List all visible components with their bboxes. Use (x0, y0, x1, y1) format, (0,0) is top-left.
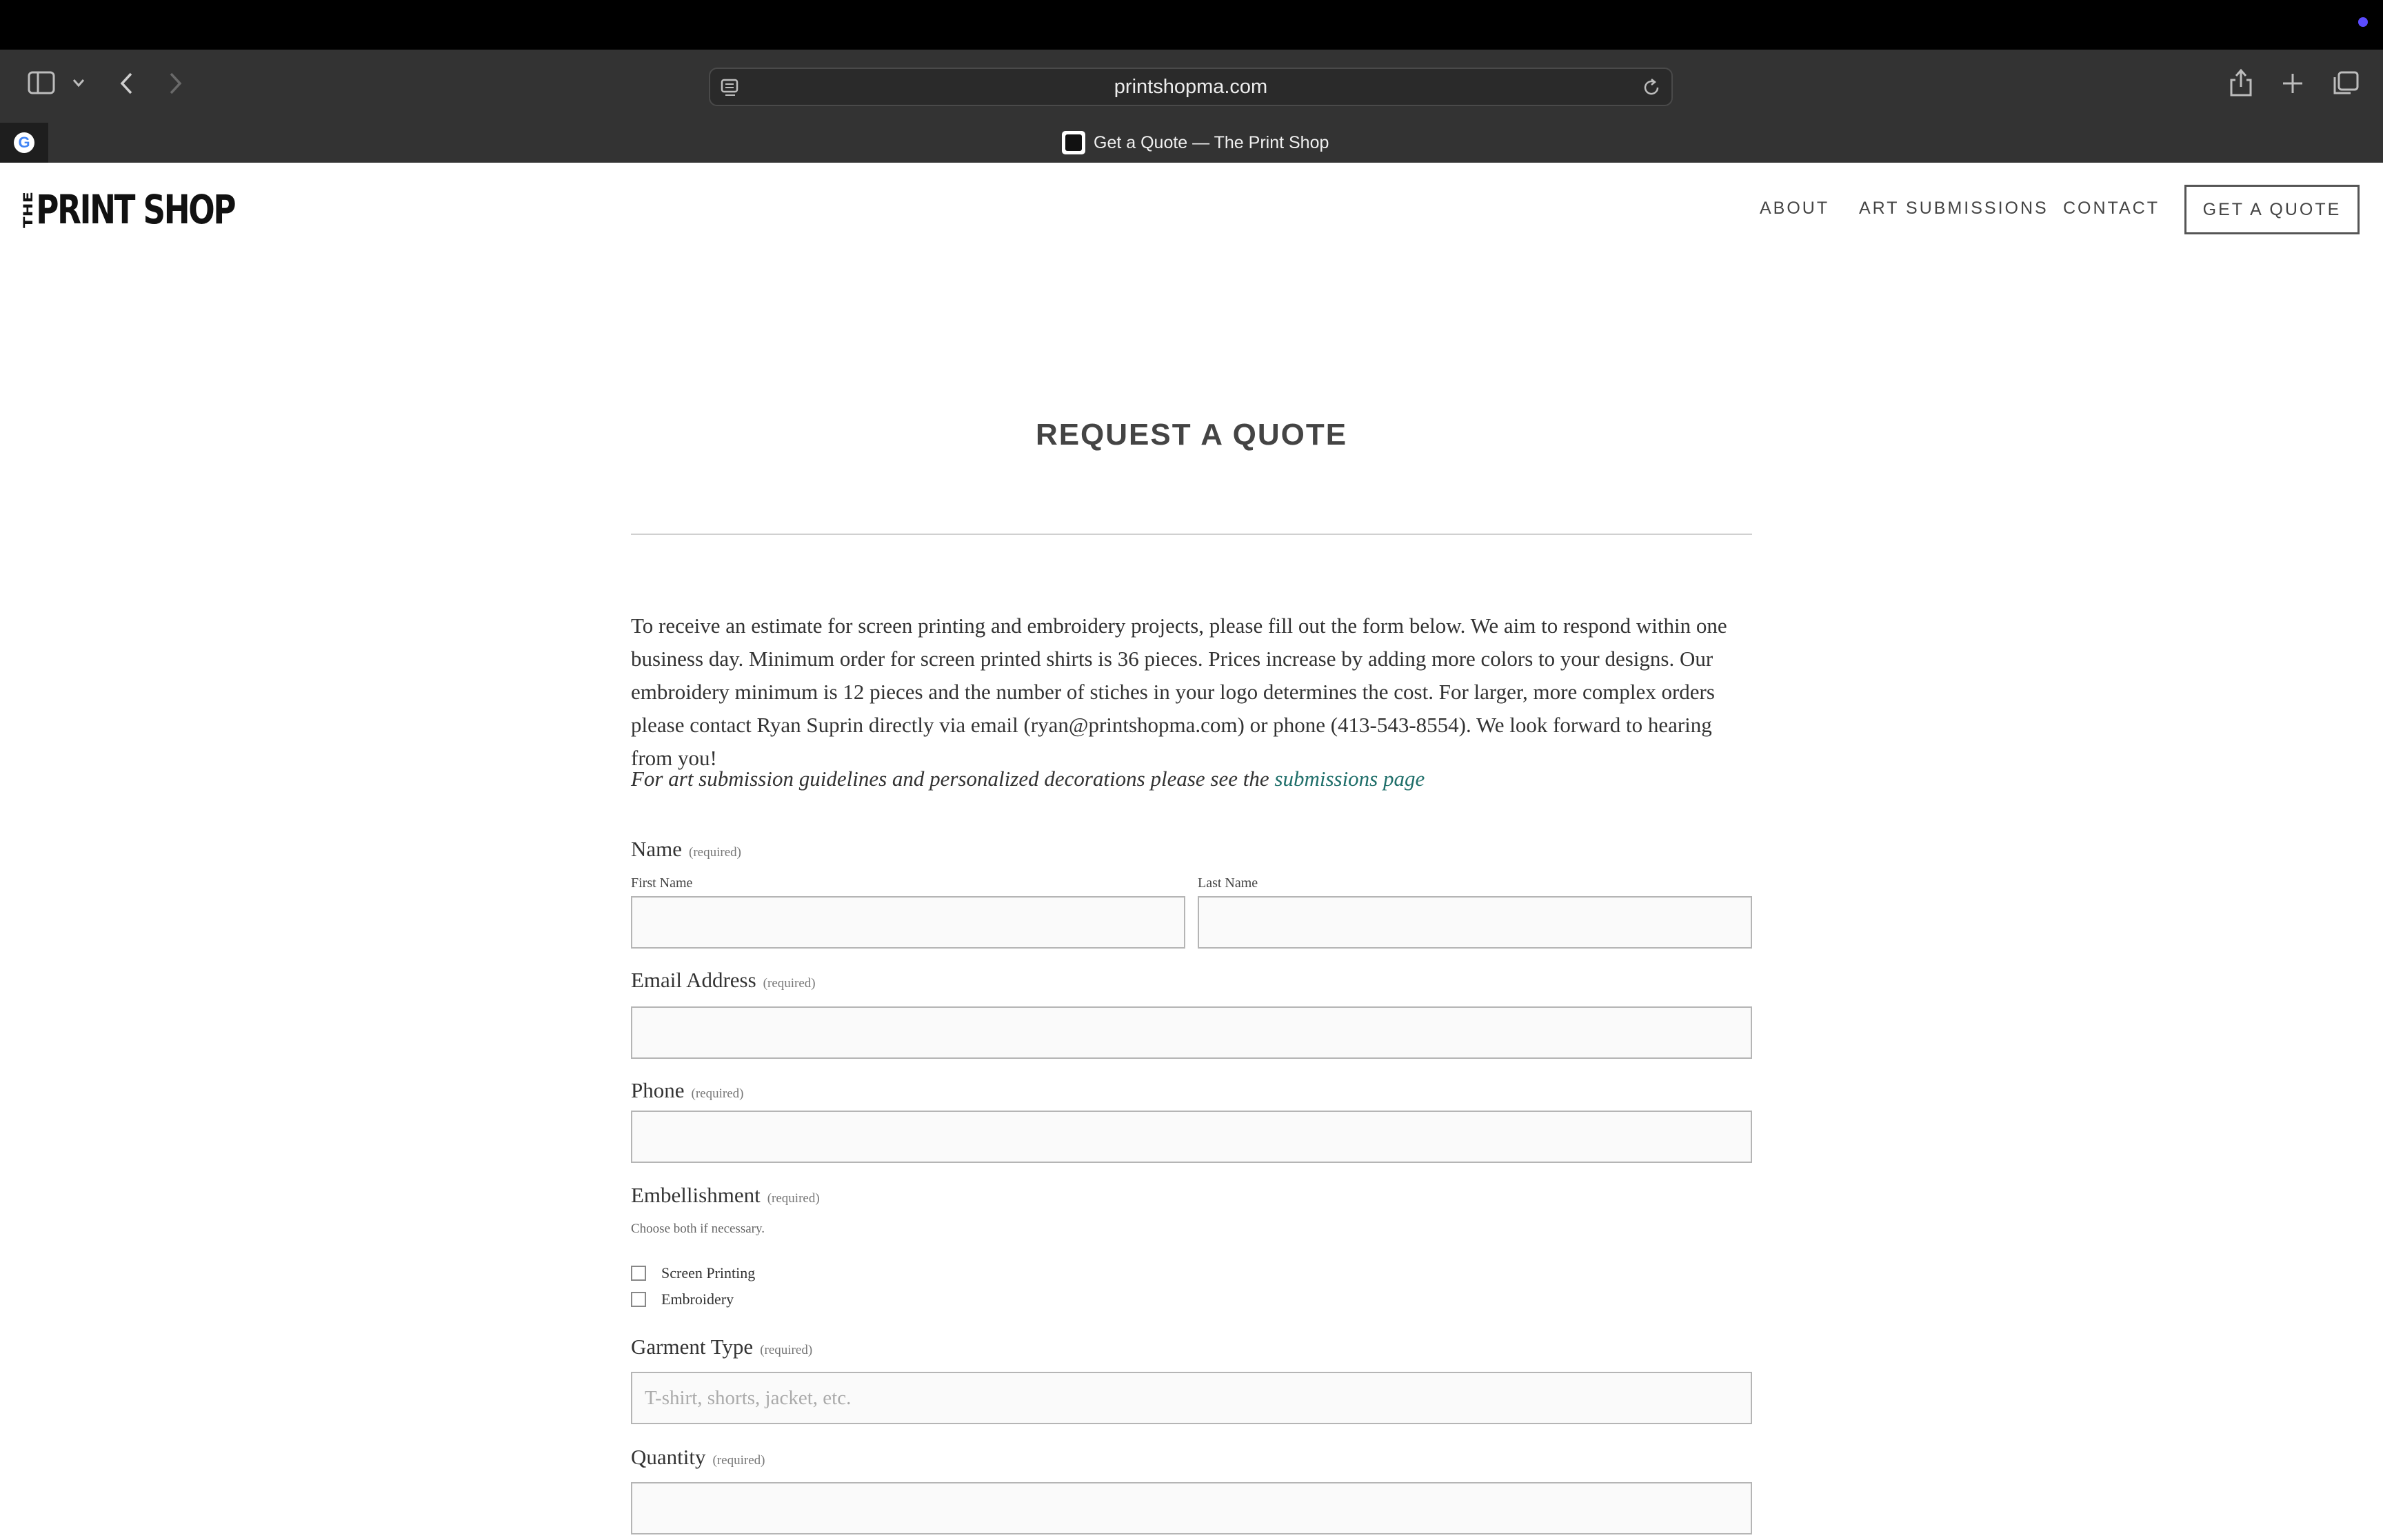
garment-type-input[interactable]: T-shirt, shorts, jacket, etc. (631, 1372, 1752, 1424)
page-title: REQUEST A QUOTE (1035, 418, 1348, 452)
forward-icon[interactable] (167, 72, 183, 98)
required-tag: (required) (691, 1086, 744, 1101)
screen-printing-checkbox[interactable] (631, 1266, 646, 1281)
nav-about[interactable]: ABOUT (1760, 199, 1829, 219)
required-tag: (required) (689, 845, 741, 860)
name-label: Name (required) (631, 837, 741, 861)
required-tag: (required) (760, 1343, 813, 1357)
new-tab-icon[interactable] (2281, 72, 2304, 98)
menu-bar (0, 0, 2383, 50)
divider (631, 534, 1752, 535)
embellishment-hint: Choose both if necessary. (631, 1222, 765, 1236)
back-icon[interactable] (119, 72, 135, 98)
email-input[interactable] (631, 1006, 1752, 1059)
email-label: Email Address (required) (631, 968, 816, 992)
garment-type-label: Garment Type (required) (631, 1335, 813, 1359)
art-note-text: For art submission guidelines and person… (631, 767, 1275, 791)
get-a-quote-button[interactable]: GET A QUOTE (2184, 185, 2360, 234)
intro-paragraph: To receive an estimate for screen printi… (631, 614, 1727, 770)
sidebar-icon[interactable] (28, 70, 55, 98)
embellishment-label: Embellishment (required) (631, 1183, 820, 1207)
status-indicator (2358, 17, 2368, 27)
option-screen-printing[interactable]: Screen Printing (631, 1264, 755, 1282)
art-note: For art submission guidelines and person… (631, 767, 1755, 791)
tabs-overview-icon[interactable] (2332, 70, 2360, 99)
nav-contact[interactable]: CONTACT (2063, 199, 2160, 219)
submissions-page-link[interactable]: submissions page (1274, 767, 1425, 791)
last-name-input[interactable] (1198, 896, 1752, 949)
share-icon[interactable] (2229, 68, 2253, 101)
screen-printing-label: Screen Printing (661, 1264, 756, 1281)
required-tag: (required) (712, 1453, 765, 1468)
option-embroidery[interactable]: Embroidery (631, 1290, 734, 1308)
embroidery-label: Embroidery (661, 1290, 734, 1308)
required-tag: (required) (767, 1191, 820, 1206)
embroidery-checkbox[interactable] (631, 1292, 646, 1307)
phone-label: Phone (required) (631, 1078, 744, 1102)
address-bar[interactable]: printshopma.com (709, 68, 1673, 106)
site-logo[interactable]: THE PRINT SHOP (20, 186, 237, 233)
last-name-label: Last Name (1198, 875, 1258, 891)
logo-text: PRINT SHOP (36, 186, 236, 233)
url-text: printshopma.com (1114, 75, 1268, 98)
first-name-label: First Name (631, 875, 693, 891)
phone-input[interactable] (631, 1111, 1752, 1163)
chevron-down-icon[interactable] (72, 76, 86, 92)
logo-mark: THE (20, 191, 36, 228)
favicon-icon (1062, 131, 1085, 154)
first-name-input[interactable] (631, 896, 1185, 949)
tab-google[interactable]: G (0, 123, 48, 163)
nav-art-submissions[interactable]: ART SUBMISSIONS (1859, 199, 2049, 219)
quantity-input[interactable] (631, 1482, 1752, 1534)
reload-icon[interactable] (1641, 77, 1662, 101)
tab-active[interactable]: Get a Quote — The Print Shop (1062, 128, 1329, 157)
tab-title: Get a Quote — The Print Shop (1094, 132, 1329, 152)
required-tag: (required) (763, 976, 816, 991)
quantity-label: Quantity (required) (631, 1445, 765, 1469)
google-icon: G (14, 132, 34, 153)
